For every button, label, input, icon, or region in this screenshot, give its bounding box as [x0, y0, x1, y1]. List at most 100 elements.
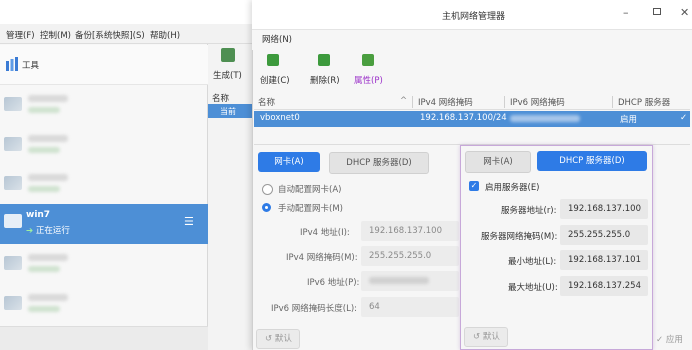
server-address-label: 服务器地址(r): [501, 206, 557, 216]
vm-details-menu-icon[interactable]: ☰ [184, 215, 194, 228]
col-ipv4-mask[interactable]: IPv4 网络掩码 [418, 96, 473, 108]
menu-manage[interactable]: 管理(F) [6, 29, 35, 41]
vm-list-item[interactable] [0, 85, 208, 125]
vm-thumbnail [4, 137, 22, 151]
vm-name-redacted [28, 135, 68, 142]
vm-list-item[interactable] [0, 125, 208, 165]
manual-config-radio[interactable] [262, 203, 271, 212]
create-network-icon [267, 54, 279, 66]
menu-help[interactable]: 帮助(H) [150, 29, 180, 41]
apply-check-icon: ✓ [656, 335, 666, 345]
minimize-icon[interactable]: – [623, 6, 629, 19]
enable-server-label: 启用服务器(E) [485, 183, 540, 193]
reset-label: 默认 [482, 332, 500, 342]
col-name[interactable]: 名称 [258, 96, 275, 108]
upper-address-field[interactable]: 192.168.137.254 [560, 276, 648, 296]
properties-icon [362, 54, 374, 66]
lower-address-field[interactable]: 192.168.137.101 [560, 250, 648, 270]
properties-label: 属性(P) [354, 76, 383, 86]
vm-name-redacted [28, 174, 68, 181]
vm-name-redacted [28, 294, 68, 301]
vm-state-redacted [28, 107, 60, 113]
vbox-menubar: 管理(F) 控制(M) 备份[系统快照](S) 帮助(H) [0, 24, 252, 44]
lower-address-label: 最小地址(L): [508, 257, 557, 267]
maximize-icon[interactable] [653, 8, 661, 15]
menu-snapshot[interactable]: 备份[系统快照](S) [75, 29, 145, 41]
window-title: 主机网络管理器 [442, 12, 506, 22]
ipv4-mask-label: IPv4 网络掩码(M): [286, 253, 358, 263]
vm-os-icon [4, 214, 22, 228]
close-icon[interactable]: ✕ [680, 6, 689, 19]
reset-label: 默认 [274, 334, 292, 344]
tab-dhcp-server[interactable]: DHCP 服务器(D) [329, 152, 429, 174]
dhcp-server-dialog [460, 145, 653, 350]
running-arrow-icon: ➔ [26, 226, 34, 236]
auto-config-label: 自动配置网卡(A) [278, 185, 342, 195]
server-mask-field[interactable]: 255.255.255.0 [560, 225, 648, 245]
dhcp-reset-button[interactable]: ↺ 默认 [464, 327, 508, 347]
tools-icon [6, 57, 18, 71]
manual-config-label: 手动配置网卡(M) [278, 204, 343, 214]
server-mask-label: 服务器网络掩码(M): [481, 232, 558, 242]
name-column-header: 名称 [212, 94, 230, 104]
delete-label: 删除(R) [310, 76, 340, 86]
vm-state-redacted [28, 186, 60, 192]
row-ipv4: 192.168.137.100/24 [420, 113, 507, 123]
vm-list-item[interactable] [0, 284, 208, 324]
delete-network-icon [318, 54, 330, 66]
vbox-details-pane [208, 44, 252, 350]
checkmark-icon: ✓ [680, 113, 688, 123]
apply-label: 应用 [665, 335, 683, 345]
dhcp-dialog-tab-adapter[interactable]: 网卡(A) [465, 151, 531, 173]
ipv6-address-field[interactable] [361, 271, 459, 291]
vm-state-redacted [28, 147, 60, 153]
vm-list-footer [0, 326, 208, 350]
ipv4-address-field[interactable]: 192.168.137.100 [361, 221, 459, 241]
ipv6-address-label: IPv6 地址(P): [307, 278, 360, 288]
hnm-menubar: 网络(N) [252, 30, 692, 50]
tools-label: 工具 [22, 61, 40, 71]
create-button[interactable]: 创建(C) [258, 52, 294, 88]
apply-button[interactable]: ✓ 应用 [656, 333, 683, 345]
vm-state-redacted [28, 306, 60, 312]
ipv4-mask-field[interactable]: 255.255.255.0 [361, 246, 459, 266]
vm-state: ➔ 正在运行 [26, 224, 70, 236]
generate-button[interactable]: 生成(T) [213, 69, 242, 81]
enable-server-checkbox[interactable]: ✓ [469, 181, 479, 191]
col-ipv6-mask[interactable]: IPv6 网络掩码 [510, 96, 565, 108]
column-divider [504, 96, 505, 108]
dhcp-dialog-tab-dhcp[interactable]: DHCP 服务器(D) [537, 151, 647, 171]
menu-control[interactable]: 控制(M) [40, 29, 71, 41]
menu-network[interactable]: 网络(N) [262, 33, 292, 45]
tab-adapter[interactable]: 网卡(A) [258, 152, 320, 172]
column-divider [612, 96, 613, 108]
vm-name: win7 [26, 210, 51, 220]
reset-button[interactable]: ↺ 默认 [256, 329, 300, 349]
ipv6-prefix-field[interactable]: 64 [361, 297, 459, 317]
ipv6-prefix-label: IPv6 网络掩码长度(L): [271, 304, 358, 314]
vm-list-item[interactable] [0, 244, 208, 284]
vm-name-redacted [28, 95, 68, 102]
snapshot-list-row-label: 当前 [220, 107, 236, 116]
vm-name-redacted [28, 254, 68, 261]
vm-state-redacted [28, 266, 60, 272]
create-label: 创建(C) [260, 76, 290, 86]
properties-button[interactable]: 属性(P) [352, 52, 388, 88]
col-dhcp-server[interactable]: DHCP 服务器 [618, 96, 670, 108]
reset-icon: ↺ [265, 334, 275, 344]
delete-button[interactable]: 删除(R) [308, 52, 344, 88]
generate-icon[interactable] [221, 48, 235, 62]
reset-icon: ↺ [473, 332, 483, 342]
vm-thumbnail [4, 97, 22, 111]
vm-thumbnail [4, 296, 22, 310]
vm-list-item[interactable] [0, 164, 208, 204]
ipv4-address-label: IPv4 地址(I): [300, 228, 350, 238]
column-divider [412, 96, 413, 108]
ipv6-address-redacted [369, 277, 429, 284]
server-address-field[interactable]: 192.168.137.100 [560, 199, 648, 219]
auto-config-radio[interactable] [262, 184, 273, 195]
row-name: vboxnet0 [260, 113, 300, 123]
vm-thumbnail [4, 176, 22, 190]
row-ipv6-redacted [510, 115, 580, 122]
vm-thumbnail [4, 256, 22, 270]
